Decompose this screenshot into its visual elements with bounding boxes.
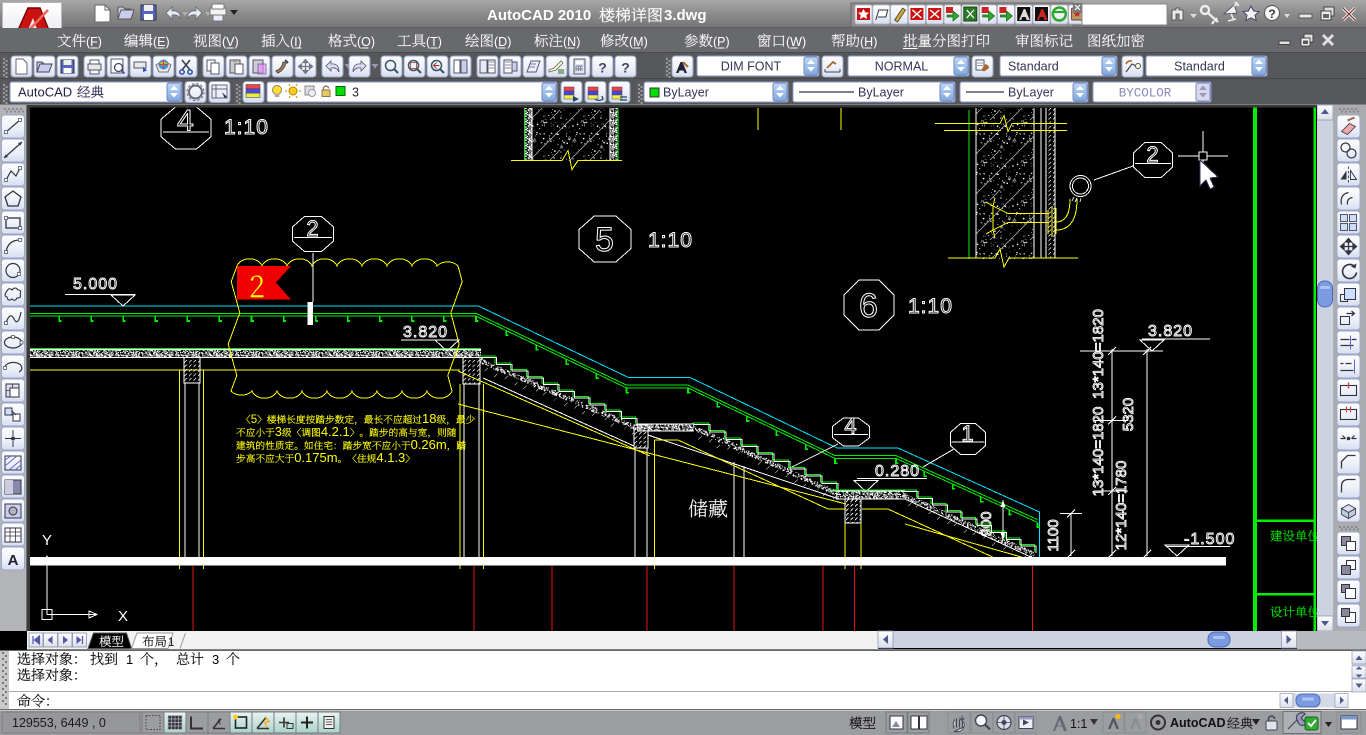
svg-text:1: 1 xyxy=(126,652,133,667)
svg-text:3: 3 xyxy=(352,86,359,100)
svg-text:(O): (O) xyxy=(357,35,375,49)
svg-text:Y: Y xyxy=(42,532,52,549)
svg-text:1:10: 1:10 xyxy=(648,229,693,252)
svg-text:129553, 6449 , 0: 129553, 6449 , 0 xyxy=(12,716,106,730)
svg-text:AutoCAD: AutoCAD xyxy=(18,85,72,100)
svg-text:(P): (P) xyxy=(713,35,730,49)
svg-text:2: 2 xyxy=(306,216,319,241)
svg-text:ByLayer: ByLayer xyxy=(858,86,904,100)
svg-text:?: ? xyxy=(1268,7,1275,21)
svg-text:1: 1 xyxy=(168,637,174,649)
svg-text:(W): (W) xyxy=(786,35,806,49)
svg-text:DIM FONT: DIM FONT xyxy=(721,60,782,74)
svg-text:5: 5 xyxy=(251,414,257,426)
svg-text:BYCOLOR: BYCOLOR xyxy=(1119,87,1172,101)
svg-text:(T): (T) xyxy=(426,35,442,49)
svg-text:(E): (E) xyxy=(153,35,170,49)
svg-text:3.820: 3.820 xyxy=(1148,323,1193,340)
svg-text:3: 3 xyxy=(275,424,282,439)
svg-text:18: 18 xyxy=(422,411,436,426)
svg-text:1:1: 1:1 xyxy=(1070,717,1087,731)
svg-text:4: 4 xyxy=(844,414,857,439)
svg-text:4.2.1: 4.2.1 xyxy=(321,424,350,439)
svg-text:0.175m: 0.175m xyxy=(294,450,337,465)
svg-text:3.dwg: 3.dwg xyxy=(664,7,707,24)
svg-text:ByLayer: ByLayer xyxy=(663,86,709,100)
svg-text:5.000: 5.000 xyxy=(73,276,118,293)
svg-text:12*140=1780: 12*140=1780 xyxy=(1113,461,1130,551)
svg-text:(I): (I) xyxy=(290,35,302,49)
svg-text:1100: 1100 xyxy=(1045,519,1062,551)
svg-text:2: 2 xyxy=(1146,142,1159,167)
svg-text:4: 4 xyxy=(177,105,195,138)
svg-text:5: 5 xyxy=(595,221,615,259)
svg-text:1:10: 1:10 xyxy=(224,116,269,139)
svg-text:6: 6 xyxy=(859,287,879,325)
svg-text:?: ? xyxy=(598,60,607,76)
svg-text:(V): (V) xyxy=(222,35,239,49)
svg-text:(N): (N) xyxy=(563,35,580,49)
svg-text:(F): (F) xyxy=(86,35,102,49)
svg-text:0.280: 0.280 xyxy=(875,463,920,480)
svg-text:3: 3 xyxy=(212,652,219,667)
svg-text:0.26m: 0.26m xyxy=(411,437,447,452)
svg-text:AutoCAD: AutoCAD xyxy=(1170,716,1226,730)
svg-text:(H): (H) xyxy=(860,35,877,49)
svg-text:NORMAL: NORMAL xyxy=(875,60,929,74)
svg-text:5320: 5320 xyxy=(1120,398,1137,431)
svg-text:X: X xyxy=(118,608,128,625)
svg-text:1: 1 xyxy=(961,421,974,446)
svg-text:?: ? xyxy=(621,60,630,76)
svg-text:3.820: 3.820 xyxy=(403,324,448,341)
svg-text:4.1.3: 4.1.3 xyxy=(376,450,405,465)
svg-text:13*140=1820: 13*140=1820 xyxy=(1090,407,1107,497)
svg-text:AutoCAD 2010: AutoCAD 2010 xyxy=(487,7,591,24)
svg-text:13*140=1820: 13*140=1820 xyxy=(1090,309,1107,399)
svg-text:-1.500: -1.500 xyxy=(1184,531,1235,548)
svg-text:(M): (M) xyxy=(629,35,648,49)
svg-text:ByLayer: ByLayer xyxy=(1008,86,1054,100)
svg-text:Standard: Standard xyxy=(1008,60,1059,74)
svg-text:Standard: Standard xyxy=(1174,60,1225,74)
svg-text:(D): (D) xyxy=(494,35,511,49)
svg-text:1:10: 1:10 xyxy=(908,295,953,318)
svg-text:A: A xyxy=(8,552,19,569)
